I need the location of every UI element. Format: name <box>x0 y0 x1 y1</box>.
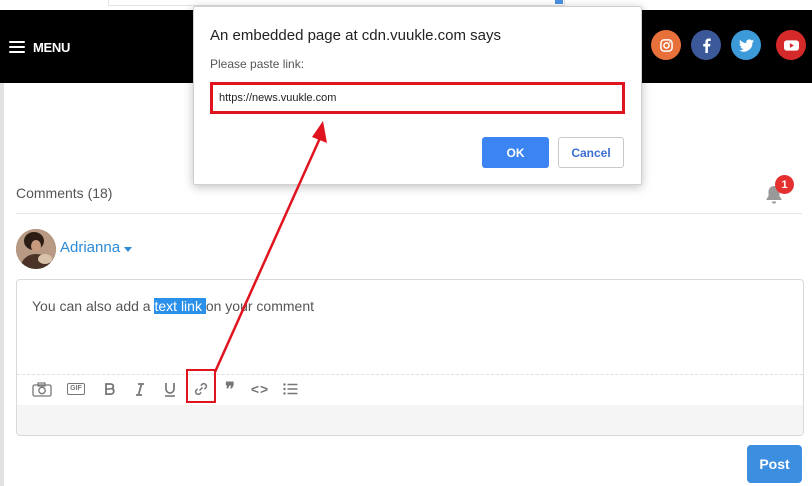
youtube-button[interactable] <box>776 30 806 60</box>
youtube-icon <box>783 39 799 51</box>
comments-divider <box>16 213 802 214</box>
camera-icon <box>32 381 52 397</box>
code-button[interactable]: <> <box>250 378 270 400</box>
editor-footer <box>17 405 803 435</box>
bold-icon <box>105 382 115 395</box>
list-icon <box>282 383 297 395</box>
comments-title: Comments (18) <box>16 185 113 201</box>
left-border <box>0 83 4 486</box>
notification-badge: 1 <box>775 175 794 194</box>
link-button-highlight <box>186 369 216 403</box>
list-button[interactable] <box>282 378 298 400</box>
dialog-title: An embedded page at cdn.vuukle.com says <box>210 27 502 44</box>
code-icon: <> <box>250 381 270 397</box>
selected-text: text link <box>154 298 206 314</box>
quote-icon: ❞ <box>225 378 235 399</box>
menu-button[interactable]: MENU <box>9 38 70 56</box>
underline-icon <box>165 382 175 397</box>
instagram-button[interactable] <box>651 30 681 60</box>
underline-button[interactable] <box>163 378 177 400</box>
italic-button[interactable] <box>133 378 147 400</box>
comment-text[interactable]: You can also add a text link on your com… <box>32 298 314 314</box>
camera-button[interactable] <box>31 378 53 400</box>
avatar[interactable] <box>16 229 56 269</box>
comment-text-before: You can also add a <box>32 298 155 314</box>
comment-text-after: on your comment <box>205 298 315 314</box>
facebook-button[interactable] <box>691 30 721 60</box>
ok-button[interactable]: OK <box>482 137 549 168</box>
cancel-button[interactable]: Cancel <box>558 137 624 168</box>
link-input[interactable] <box>210 82 625 114</box>
quote-button[interactable]: ❞ <box>222 378 238 400</box>
prompt-dialog: An embedded page at cdn.vuukle.com says … <box>193 6 642 185</box>
username-dropdown[interactable]: Adrianna <box>60 239 133 256</box>
editor-toolbar: GIF ❞ <> <box>17 374 803 406</box>
gif-icon: GIF <box>67 383 85 395</box>
comment-editor[interactable]: You can also add a text link on your com… <box>16 279 804 436</box>
avatar-image <box>16 229 56 269</box>
instagram-icon <box>659 38 673 52</box>
post-button[interactable]: Post <box>747 445 802 483</box>
twitter-icon <box>738 38 754 52</box>
italic-icon <box>136 382 144 396</box>
facebook-icon <box>702 37 711 53</box>
hamburger-icon <box>9 41 25 53</box>
bold-button[interactable] <box>103 378 117 400</box>
chevron-down-icon <box>124 246 133 252</box>
menu-label: MENU <box>33 39 71 55</box>
dialog-prompt: Please paste link: <box>210 57 305 71</box>
username-label: Adrianna <box>60 239 121 256</box>
gif-button[interactable]: GIF <box>65 378 87 400</box>
address-bar-indicator <box>555 0 563 4</box>
twitter-button[interactable] <box>731 30 761 60</box>
